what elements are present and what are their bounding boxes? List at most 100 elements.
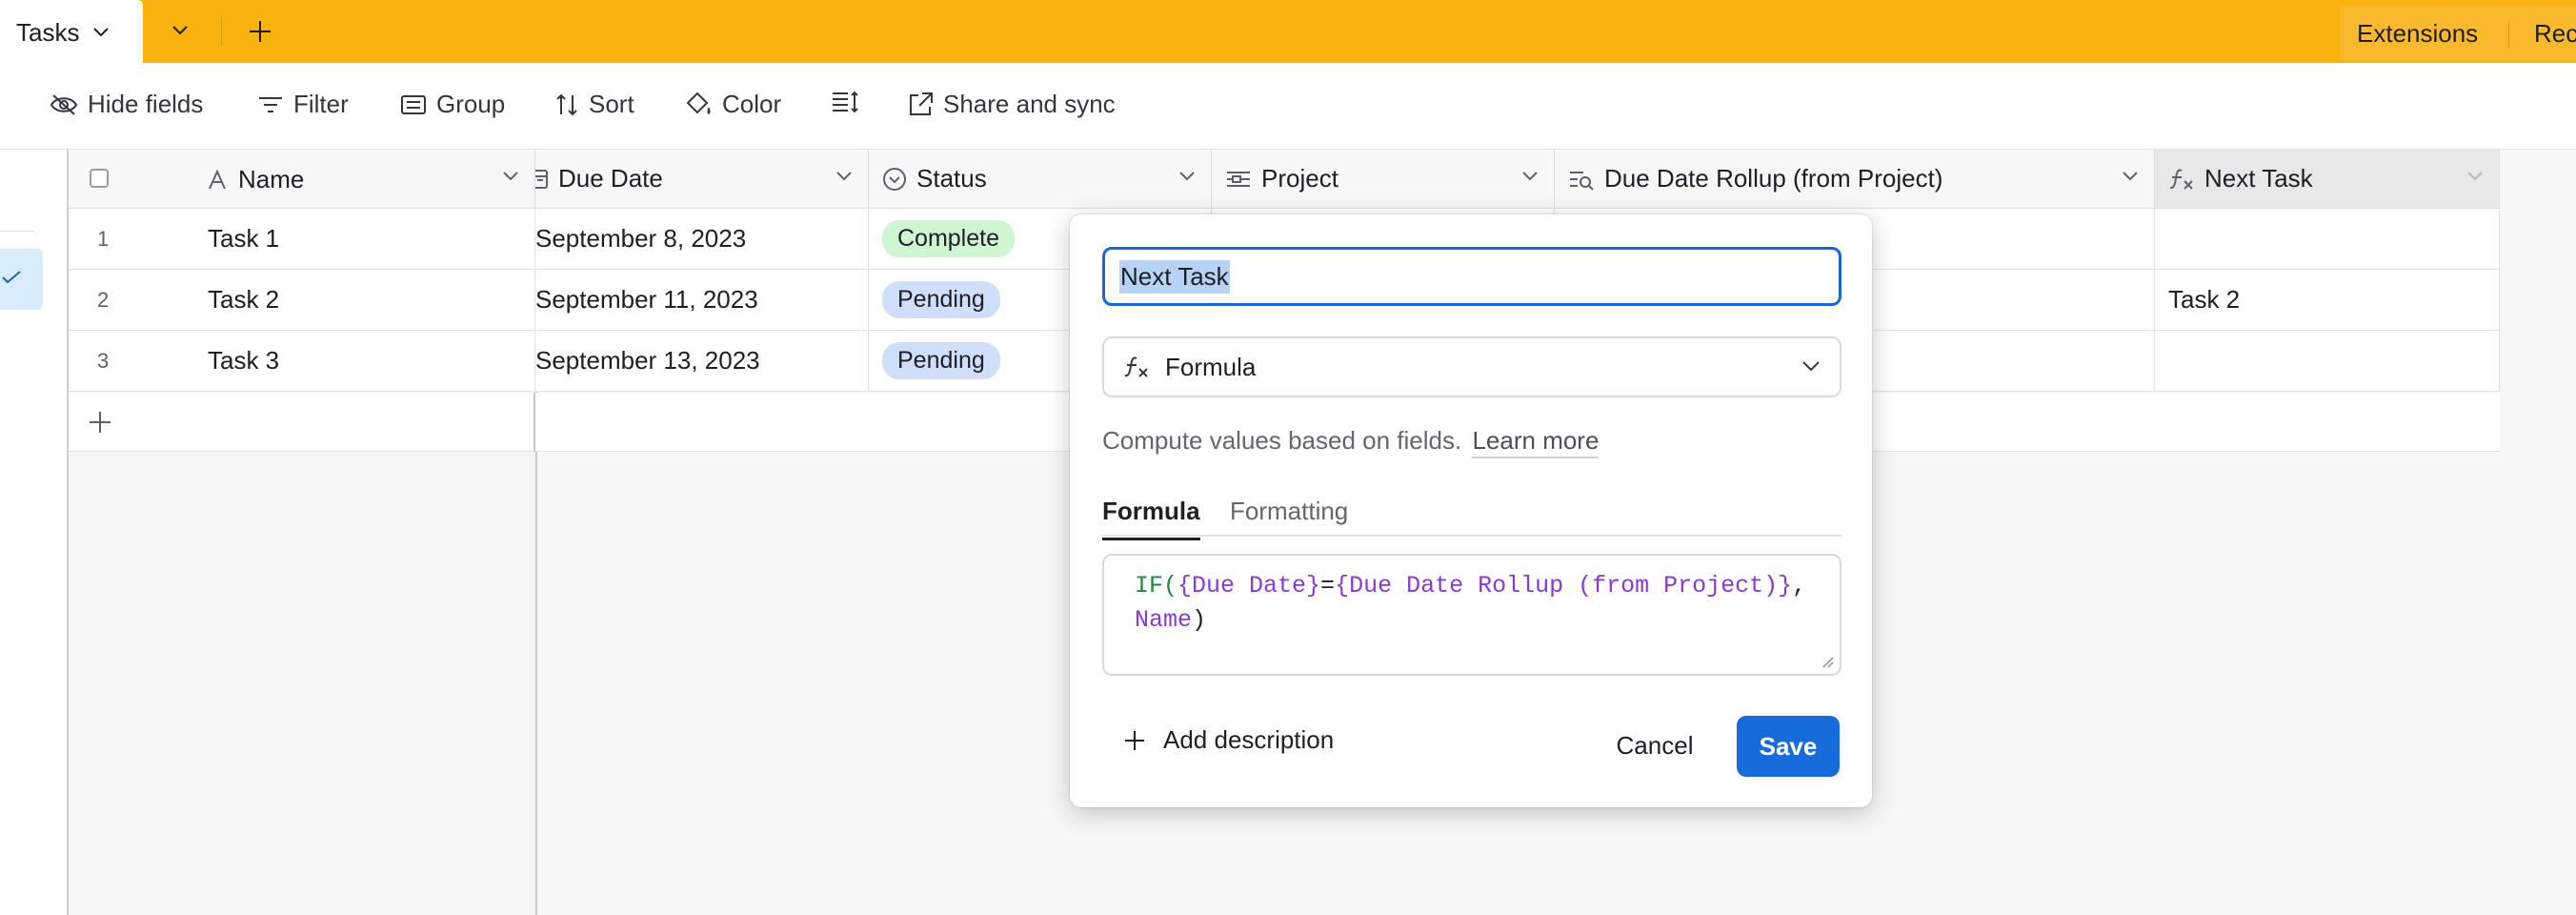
status-badge: Pending — [882, 281, 1000, 318]
chevron-down-icon[interactable] — [502, 171, 519, 182]
text-icon — [209, 169, 226, 189]
header-primary: Name — [69, 150, 535, 209]
divider — [0, 231, 34, 232]
column-header-project[interactable]: Project — [1212, 150, 1555, 209]
selected-view-indicator[interactable] — [0, 249, 43, 310]
field-type-label: Formula — [1165, 352, 1257, 381]
cell-due-date[interactable]: September 8, 2023 — [535, 209, 869, 270]
table-row[interactable]: 1 Task 1 — [69, 209, 535, 270]
field-name-value: Next Task — [1119, 259, 1230, 294]
divider — [2508, 21, 2509, 48]
cell-due-date[interactable]: September 11, 2023 — [535, 270, 869, 331]
tab-tasks-label: Tasks — [16, 17, 80, 47]
single-select-icon — [882, 167, 907, 192]
column-header-due-date-rollup[interactable]: Due Date Rollup (from Project) — [1555, 150, 2155, 209]
color-button[interactable]: Color — [684, 90, 781, 119]
status-badge: Complete — [882, 220, 1015, 257]
external-share-icon — [910, 92, 933, 115]
plus-icon[interactable] — [248, 19, 272, 44]
column-header-due-date-label: Due Date — [558, 164, 663, 193]
plus-icon — [1125, 730, 1144, 750]
resize-handle-icon[interactable] — [1821, 655, 1834, 668]
cell-next-task-value: Task 2 — [2168, 285, 2241, 314]
chevron-down-icon[interactable] — [835, 171, 853, 182]
formula-icon — [2168, 167, 2195, 192]
helper-text-content: Compute values based on fields. — [1102, 426, 1462, 455]
field-name-input[interactable]: Next Task — [1102, 247, 1841, 306]
chevron-down-icon[interactable] — [2466, 171, 2484, 182]
sort-icon — [556, 93, 577, 115]
link-icon — [1225, 169, 1252, 190]
divider — [533, 393, 535, 452]
formula-function: IF( — [1135, 572, 1178, 600]
add-description-button[interactable]: Add description — [1123, 725, 1334, 755]
row-height-icon — [833, 91, 858, 113]
hide-fields-button[interactable]: Hide fields — [50, 90, 203, 119]
filter-icon — [259, 96, 282, 112]
cell-next-task[interactable]: Task 2 — [2155, 270, 2500, 331]
column-header-next-task-label: Next Task — [2204, 164, 2313, 193]
filter-label: Filter — [293, 90, 349, 118]
row-height-button[interactable] — [831, 90, 869, 114]
cell-due-date-value: September 8, 2023 — [535, 224, 747, 253]
group-icon — [401, 94, 426, 114]
formula-editor[interactable]: IF({Due Date}={Due Date Rollup (from Pro… — [1102, 554, 1841, 676]
tab-tasks[interactable]: Tasks — [0, 0, 143, 65]
paint-bucket-icon — [686, 92, 711, 114]
chevron-down-icon[interactable] — [92, 27, 110, 38]
share-and-sync-button[interactable]: Share and sync — [907, 90, 1116, 119]
cell-name[interactable]: Task 1 — [208, 224, 279, 254]
chevron-down-icon[interactable] — [1178, 171, 1196, 182]
helper-text: Compute values based on fields. Learn mo… — [1102, 426, 1600, 458]
eye-off-icon — [50, 93, 78, 115]
formula-close-paren: ) — [1192, 606, 1207, 634]
column-header-due-date[interactable]: Due Date — [535, 150, 869, 209]
top-right-actions: Extensions Rec — [2340, 6, 2576, 61]
cancel-button[interactable]: Cancel — [1603, 716, 1706, 775]
status-badge: Pending — [882, 342, 1000, 379]
formula-field-ref: {Due Date} — [1177, 572, 1321, 600]
formula-operator: = — [1320, 572, 1336, 600]
field-config-dialog: Next Task Formula Compute values based o… — [1070, 214, 1872, 807]
group-label: Group — [436, 90, 506, 118]
field-type-select[interactable]: Formula — [1102, 336, 1841, 397]
column-header-name[interactable]: Name — [208, 165, 304, 194]
tab-formatting[interactable]: Formatting — [1230, 497, 1348, 538]
column-header-status[interactable]: Status — [869, 150, 1212, 209]
save-button[interactable]: Save — [1737, 716, 1840, 777]
chevron-down-icon[interactable] — [1521, 171, 1539, 182]
formula-icon — [1123, 355, 1150, 379]
learn-more-link[interactable]: Learn more — [1472, 426, 1600, 458]
plus-icon[interactable] — [88, 410, 112, 435]
tab-formula[interactable]: Formula — [1102, 497, 1200, 540]
top-bar: Tasks Extensions Rec — [0, 0, 2576, 65]
table-row[interactable]: 3 Task 3 — [69, 331, 535, 392]
sort-button[interactable]: Sort — [554, 90, 634, 119]
view-toolbar: Hide fields Filter Group Sort Color Shar… — [0, 65, 2576, 150]
filter-button[interactable]: Filter — [257, 90, 349, 119]
column-header-due-date-rollup-label: Due Date Rollup (from Project) — [1604, 164, 1943, 193]
cell-name[interactable]: Task 2 — [208, 285, 279, 315]
cell-due-date[interactable]: September 13, 2023 — [535, 331, 869, 392]
row-number: 3 — [97, 348, 110, 373]
group-button[interactable]: Group — [400, 90, 505, 119]
check-icon — [2, 271, 21, 284]
record-button[interactable]: Rec — [2534, 19, 2576, 49]
column-header-name-label: Name — [238, 165, 305, 193]
cell-name[interactable]: Task 3 — [208, 346, 279, 376]
rollup-icon — [1568, 168, 1595, 191]
sort-label: Sort — [589, 90, 634, 118]
add-description-label: Add description — [1163, 725, 1335, 754]
formula-field-ref: Name — [1135, 606, 1193, 634]
share-and-sync-label: Share and sync — [943, 90, 1116, 118]
extensions-button[interactable]: Extensions — [2357, 19, 2478, 49]
cell-next-task[interactable] — [2155, 331, 2500, 392]
color-label: Color — [722, 90, 782, 118]
chevron-down-icon[interactable] — [2122, 171, 2139, 182]
table-row[interactable]: 2 Task 2 — [69, 270, 535, 331]
chevron-down-icon[interactable] — [171, 25, 189, 36]
cell-next-task[interactable] — [2155, 209, 2500, 270]
select-all-checkbox[interactable] — [90, 169, 109, 188]
column-header-next-task[interactable]: Next Task — [2155, 150, 2500, 209]
column-header-status-label: Status — [916, 164, 987, 193]
